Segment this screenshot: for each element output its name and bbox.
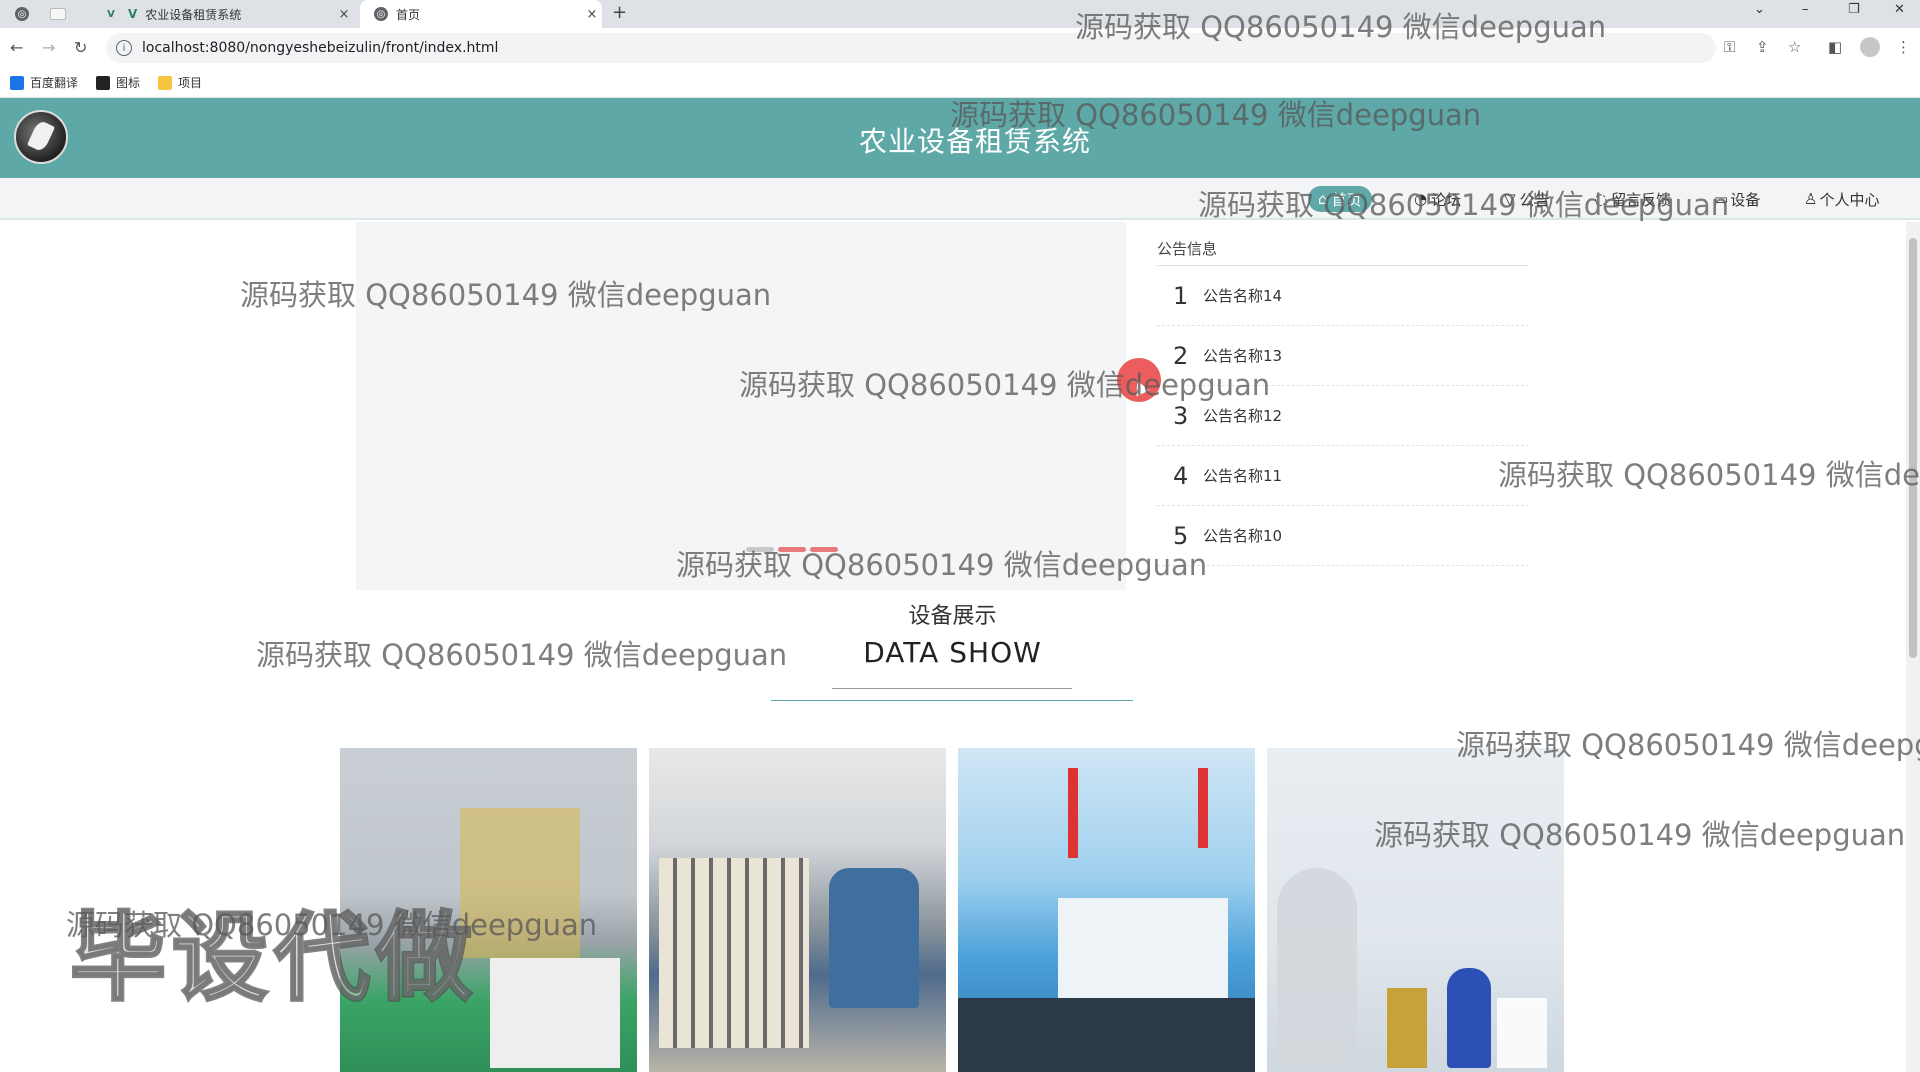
- bench-shape: [958, 998, 1255, 1072]
- bookmark-label: 百度翻译: [30, 76, 79, 90]
- bookmark-project[interactable]: 项目: [158, 74, 202, 91]
- back-icon[interactable]: ←: [10, 38, 23, 57]
- watermark: 源码获取 QQ86050149 微信deepguan: [676, 548, 1208, 582]
- watermark: 源码获取 QQ86050149 微信deepguan: [1456, 728, 1920, 762]
- tab-title: 首页: [396, 7, 421, 22]
- machine-shape: [490, 958, 620, 1068]
- globe-icon: ◎: [15, 7, 29, 21]
- watermark: 源码获取 QQ86050149 微信deepguan: [256, 638, 788, 672]
- vue-logo-icon: V: [128, 7, 138, 21]
- minimize-icon[interactable]: –: [1802, 2, 1809, 17]
- key-icon[interactable]: ⚿: [1724, 38, 1735, 56]
- notice-number: 3: [1173, 401, 1189, 430]
- tab-title: 农业设备租赁系统: [145, 7, 242, 22]
- restore-icon[interactable]: ❐: [1848, 2, 1860, 17]
- forward-icon[interactable]: →: [42, 38, 55, 57]
- star-icon[interactable]: ☆: [1788, 38, 1801, 56]
- bottle-shape: [1447, 968, 1491, 1068]
- new-tab-button[interactable]: +: [612, 2, 627, 23]
- equipment-card[interactable]: [1267, 748, 1564, 1072]
- notice-name[interactable]: 公告名称10: [1203, 525, 1282, 546]
- title-divider: [771, 700, 1133, 701]
- bookmark-icons[interactable]: 图标: [96, 74, 140, 91]
- watermark-large: 毕设代做: [69, 901, 478, 1016]
- nav-user-center[interactable]: ♙ 个人中心: [1804, 186, 1879, 212]
- bookmark-label: 图标: [116, 76, 141, 90]
- globe-icon: ◎: [374, 7, 388, 21]
- vue-logo-icon: V: [107, 8, 115, 20]
- bookmark-translate[interactable]: 百度翻译: [10, 74, 78, 91]
- watermark: 源码获取 QQ86050149 微信deepguan: [1198, 188, 1730, 222]
- tab-pinned-1[interactable]: ◎: [8, 0, 36, 28]
- notice-item[interactable]: 4 公告名称11: [1157, 446, 1529, 506]
- watermark: 源码获取 QQ86050149 微信deepguan: [1075, 10, 1607, 44]
- close-tab-icon[interactable]: ×: [334, 7, 354, 22]
- close-window-icon[interactable]: ✕: [1894, 2, 1905, 17]
- nav-label: 个人中心: [1819, 190, 1880, 209]
- address-toolbar: ← → ↻ i localhost:8080/nongyeshebeizulin…: [0, 28, 1920, 68]
- profile-icon[interactable]: [1860, 37, 1880, 57]
- filter-tubes-shape: [659, 858, 809, 1048]
- watermark: 源码获取 QQ86050149 微信deepguan: [739, 368, 1271, 402]
- tab-home[interactable]: ◎ 首页 ×: [360, 0, 602, 28]
- folder-icon: [158, 75, 173, 90]
- title-underline: [832, 688, 1072, 689]
- notice-number: 4: [1173, 461, 1189, 490]
- more-menu-icon[interactable]: ⋮: [1896, 38, 1911, 56]
- notice-name[interactable]: 公告名称12: [1203, 405, 1282, 426]
- watermark: 源码获取 QQ86050149 微信deepguan: [950, 98, 1482, 132]
- flask-shape: [1277, 868, 1357, 1068]
- notice-number: 1: [1173, 281, 1189, 310]
- page-icon: [50, 8, 66, 20]
- flask-shape: [1497, 998, 1547, 1068]
- browser-tab-strip: ◎ V V 农业设备租赁系统 × ◎ 首页 × + ⌄ – ❐ ✕: [0, 0, 1920, 28]
- watermark: 源码获取 QQ86050149 微信deepguan: [66, 908, 598, 942]
- reload-icon[interactable]: ↻: [74, 38, 87, 57]
- instrument-shape: [1058, 898, 1228, 1008]
- image-icon: [96, 75, 111, 90]
- scrollbar-thumb[interactable]: [1909, 238, 1917, 658]
- notice-heading: 公告信息: [1157, 238, 1529, 266]
- screen: ◎ V V 农业设备租赁系统 × ◎ 首页 × + ⌄ – ❐ ✕ ← → ↻ …: [0, 0, 1920, 1072]
- tank-shape: [829, 868, 919, 1008]
- close-tab-icon[interactable]: ×: [582, 7, 602, 22]
- watermark: 源码获取 QQ86050149 微信deepguan: [240, 278, 772, 312]
- watermark: 源码获取 QQ86050149 微信deepguan: [1374, 818, 1906, 852]
- nav-label: 设备: [1730, 190, 1761, 209]
- equipment-card[interactable]: [958, 748, 1255, 1072]
- tab-search-icon[interactable]: ⌄: [1754, 2, 1765, 17]
- user-icon: ♙: [1804, 190, 1818, 208]
- tab-pinned-2[interactable]: [44, 0, 72, 28]
- showcase-subtitle: 设备展示: [908, 604, 997, 629]
- fume-arm-shape: [1198, 768, 1208, 848]
- notice-item[interactable]: 5 公告名称10: [1157, 506, 1529, 566]
- fume-arm-shape: [1068, 768, 1078, 858]
- site-info-icon[interactable]: i: [116, 40, 132, 56]
- beaker-shape: [1387, 988, 1427, 1068]
- side-panel-icon[interactable]: ◧: [1828, 38, 1842, 56]
- tab-admin[interactable]: V V 农业设备租赁系统 ×: [92, 0, 354, 28]
- share-icon[interactable]: ⇪: [1756, 38, 1769, 56]
- watermark: 源码获取 QQ86050149 微信deepguan: [1498, 458, 1920, 492]
- notice-item[interactable]: 1 公告名称14: [1157, 266, 1529, 326]
- bookmark-label: 项目: [178, 76, 203, 90]
- notice-name[interactable]: 公告名称14: [1203, 285, 1282, 306]
- equipment-card[interactable]: [649, 748, 946, 1072]
- url-text: localhost:8080/nongyeshebeizulin/front/i…: [142, 40, 499, 56]
- notice-name[interactable]: 公告名称11: [1203, 465, 1282, 486]
- translate-icon: [10, 75, 24, 90]
